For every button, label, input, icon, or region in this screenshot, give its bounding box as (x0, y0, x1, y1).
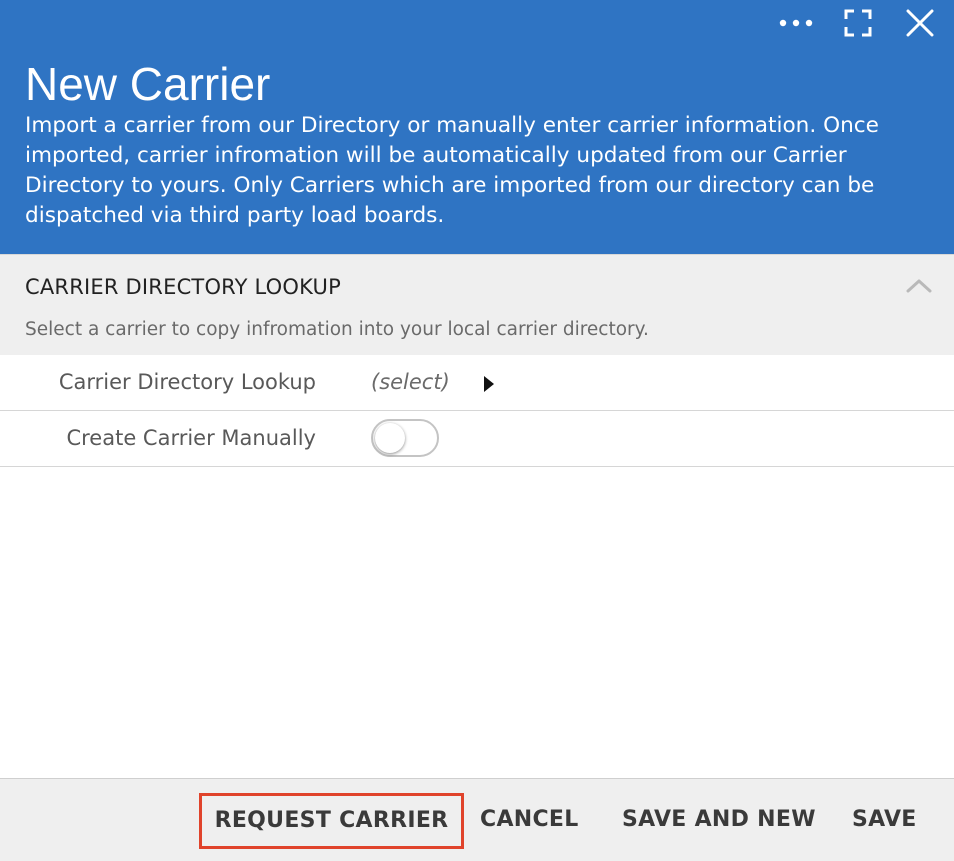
dialog-title: New Carrier (25, 58, 271, 110)
save-and-new-button[interactable]: SAVE AND NEW (622, 794, 816, 846)
create-manually-row: Create Carrier Manually (0, 411, 954, 467)
dialog-footer: REQUEST CARRIER CANCEL SAVE AND NEW SAVE (0, 778, 954, 861)
toggle-knob (375, 423, 405, 453)
carrier-directory-section: CARRIER DIRECTORY LOOKUP Select a carrie… (0, 254, 954, 356)
carrier-lookup-select[interactable]: (select) (371, 368, 450, 396)
fullscreen-icon[interactable] (838, 6, 878, 40)
save-button[interactable]: SAVE (852, 794, 917, 846)
create-manually-label: Create Carrier Manually (66, 426, 316, 450)
close-icon[interactable] (900, 6, 940, 40)
request-carrier-button[interactable]: REQUEST CARRIER (199, 793, 464, 849)
section-subtitle: Select a carrier to copy infromation int… (25, 319, 649, 340)
dialog-header: New Carrier Import a carrier from our Di… (0, 0, 954, 254)
carrier-lookup-row: Carrier Directory Lookup (select) (0, 355, 954, 411)
section-title: CARRIER DIRECTORY LOOKUP (25, 275, 341, 299)
carrier-lookup-label: Carrier Directory Lookup (58, 370, 316, 394)
create-manually-toggle[interactable] (371, 419, 439, 457)
caret-right-icon[interactable] (483, 375, 495, 397)
dialog-description: Import a carrier from our Directory or m… (25, 113, 879, 228)
more-icon[interactable] (776, 6, 816, 40)
chevron-up-icon[interactable] (906, 277, 932, 295)
header-actions (754, 6, 940, 40)
cancel-button[interactable]: CANCEL (480, 794, 579, 846)
